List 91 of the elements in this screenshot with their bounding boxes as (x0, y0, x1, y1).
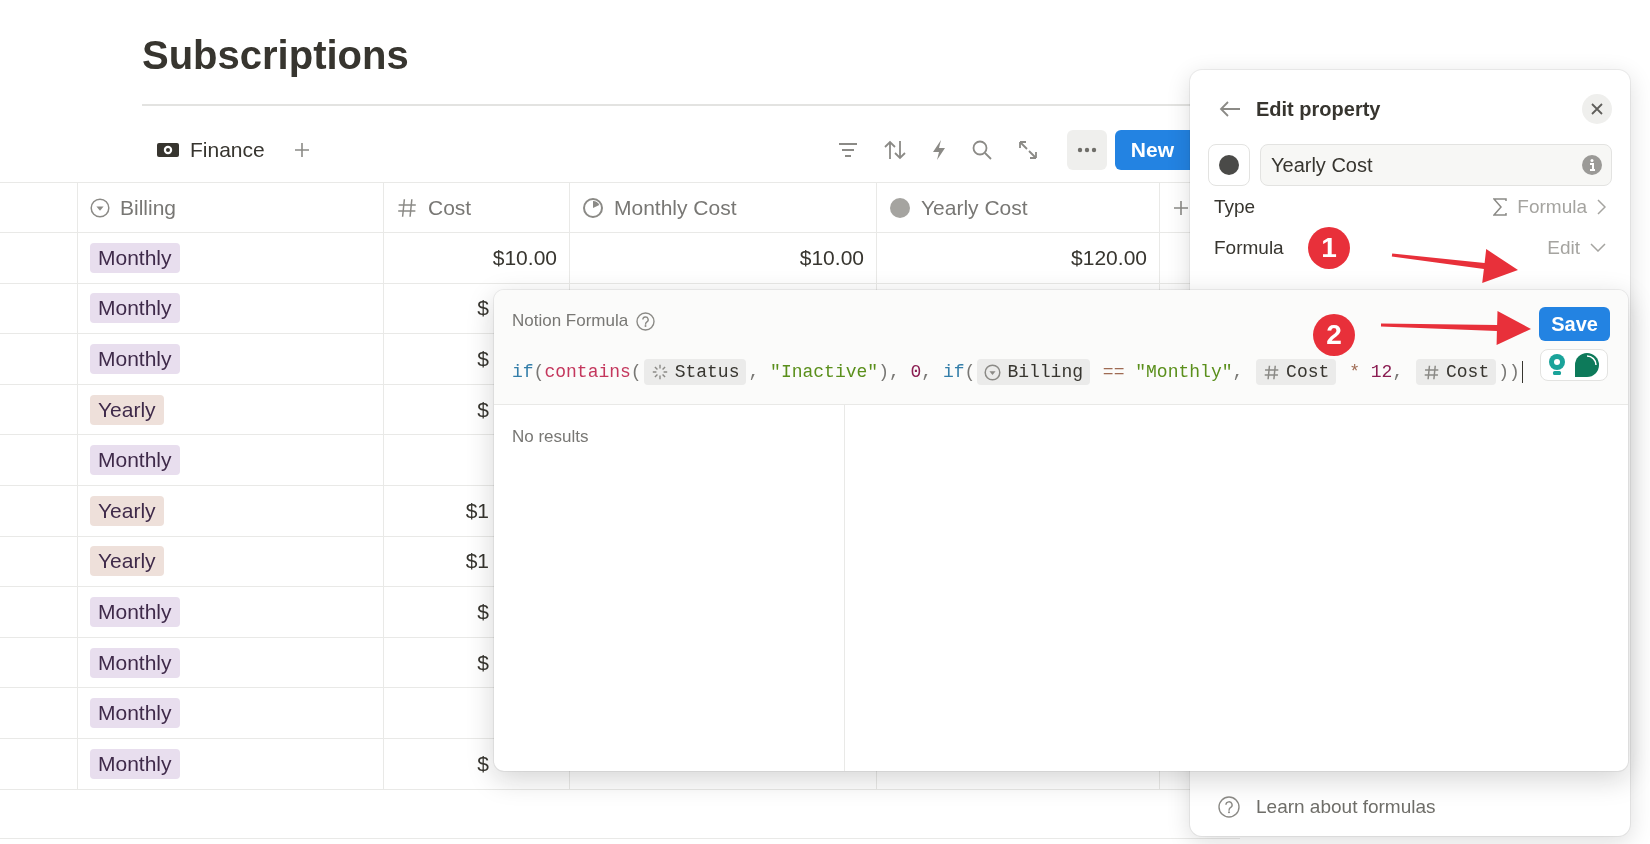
billing-tag: Monthly (90, 698, 180, 729)
dot-icon (889, 196, 911, 219)
info-icon (1581, 154, 1603, 176)
code-token: )) (1498, 361, 1520, 384)
banknote-icon (156, 141, 180, 159)
code-token: , (1232, 361, 1244, 384)
help-icon (636, 311, 656, 331)
lightning-icon[interactable] (930, 139, 947, 161)
billing-tag: Yearly (90, 546, 164, 577)
chevron-down-icon (1590, 243, 1606, 252)
code-token: , (1392, 361, 1404, 384)
property-chip[interactable]: Billing (977, 359, 1091, 386)
billing-tag: Monthly (90, 748, 180, 779)
ellipsis-icon (1076, 147, 1097, 153)
code-token: "Inactive" (770, 361, 879, 384)
close-button[interactable] (1582, 94, 1612, 124)
property-label: Type (1214, 195, 1256, 218)
cost-cell: $10.00 (492, 245, 557, 270)
column-header: Cost (428, 195, 472, 220)
billing-tag: Monthly (90, 293, 180, 324)
add-view-icon[interactable] (292, 141, 311, 159)
hash-icon (1423, 363, 1440, 381)
code-token: ), (878, 361, 900, 384)
hash-icon (1263, 363, 1281, 381)
chevron-right-icon (1597, 198, 1606, 215)
cost-cell: $ (477, 397, 489, 422)
spinner-icon (650, 363, 669, 382)
billing-tag: Monthly (90, 242, 180, 273)
cost-cell: $1 (465, 549, 489, 574)
code-token: contains (544, 361, 631, 384)
help-icon (1218, 796, 1240, 818)
property-chip[interactable]: Cost (1416, 359, 1497, 386)
panel-title: Edit property (1256, 97, 1381, 121)
save-button[interactable]: Save (1539, 307, 1610, 341)
search-icon[interactable] (970, 139, 993, 161)
code-token: if (512, 361, 534, 384)
code-token: "Monthly" (1135, 361, 1233, 384)
property-name-field[interactable]: Yearly Cost (1260, 144, 1612, 186)
code-token: ( (964, 361, 976, 384)
assistant-icon (1573, 351, 1601, 379)
close-icon (1591, 103, 1603, 115)
yearly-cost-cell: $120.00 (1071, 245, 1147, 270)
cost-cell: $ (477, 650, 489, 675)
code-token: ( (533, 361, 545, 384)
code-token: if (943, 361, 965, 384)
code-token: , (748, 361, 760, 384)
back-arrow-icon[interactable] (1218, 100, 1242, 118)
expand-icon[interactable] (1016, 139, 1039, 161)
code-token: , (921, 361, 933, 384)
code-token: * (1349, 361, 1360, 384)
column-header: Monthly Cost (614, 195, 737, 220)
help-link[interactable]: Learn about formulas (1256, 796, 1436, 818)
billing-tag: Monthly (90, 596, 180, 627)
billing-tag: Monthly (90, 344, 180, 374)
billing-tag: Monthly (90, 445, 180, 476)
code-token: ( (630, 361, 642, 384)
property-label: Formula (1214, 236, 1284, 259)
more-button[interactable] (1066, 130, 1107, 170)
ai-assist-button[interactable] (1540, 349, 1608, 381)
property-chip[interactable]: Cost (1256, 359, 1337, 386)
cost-cell: $ (477, 599, 489, 624)
dropdown-circle-icon (90, 197, 110, 218)
code-token: 0 (910, 361, 922, 384)
icon-picker-button[interactable] (1208, 144, 1250, 186)
cost-cell: $ (477, 751, 489, 776)
cost-cell: $ (477, 347, 489, 371)
dropdown-circle-icon (984, 363, 1002, 381)
view-tab[interactable]: Finance (152, 132, 269, 168)
property-chip[interactable]: Status (643, 359, 747, 386)
code-token: == (1102, 361, 1125, 384)
editor-title: Notion Formula (512, 311, 629, 331)
lightbulb-icon (1547, 353, 1567, 377)
filter-icon[interactable] (836, 141, 859, 159)
column-header: Billing (120, 195, 177, 220)
text-cursor (1521, 361, 1524, 384)
code-token: 12 (1370, 361, 1393, 384)
cost-cell: $ (477, 296, 489, 321)
billing-tag: Yearly (90, 394, 164, 425)
sigma-icon (1493, 197, 1508, 216)
add-column-icon[interactable] (1172, 198, 1190, 217)
empty-results-message: No results (512, 427, 589, 446)
column-header: Yearly Cost (921, 195, 1028, 220)
monthly-cost-cell: $10.00 (799, 245, 864, 270)
sort-icon[interactable] (882, 139, 907, 161)
billing-tag: Yearly (90, 495, 164, 526)
hash-icon (396, 196, 418, 219)
billing-tag: Monthly (90, 647, 180, 678)
progress-ring-icon (582, 196, 604, 219)
page-title: Subscriptions (142, 32, 410, 79)
cost-cell: $1 (465, 498, 489, 523)
new-button[interactable]: New (1114, 130, 1190, 170)
